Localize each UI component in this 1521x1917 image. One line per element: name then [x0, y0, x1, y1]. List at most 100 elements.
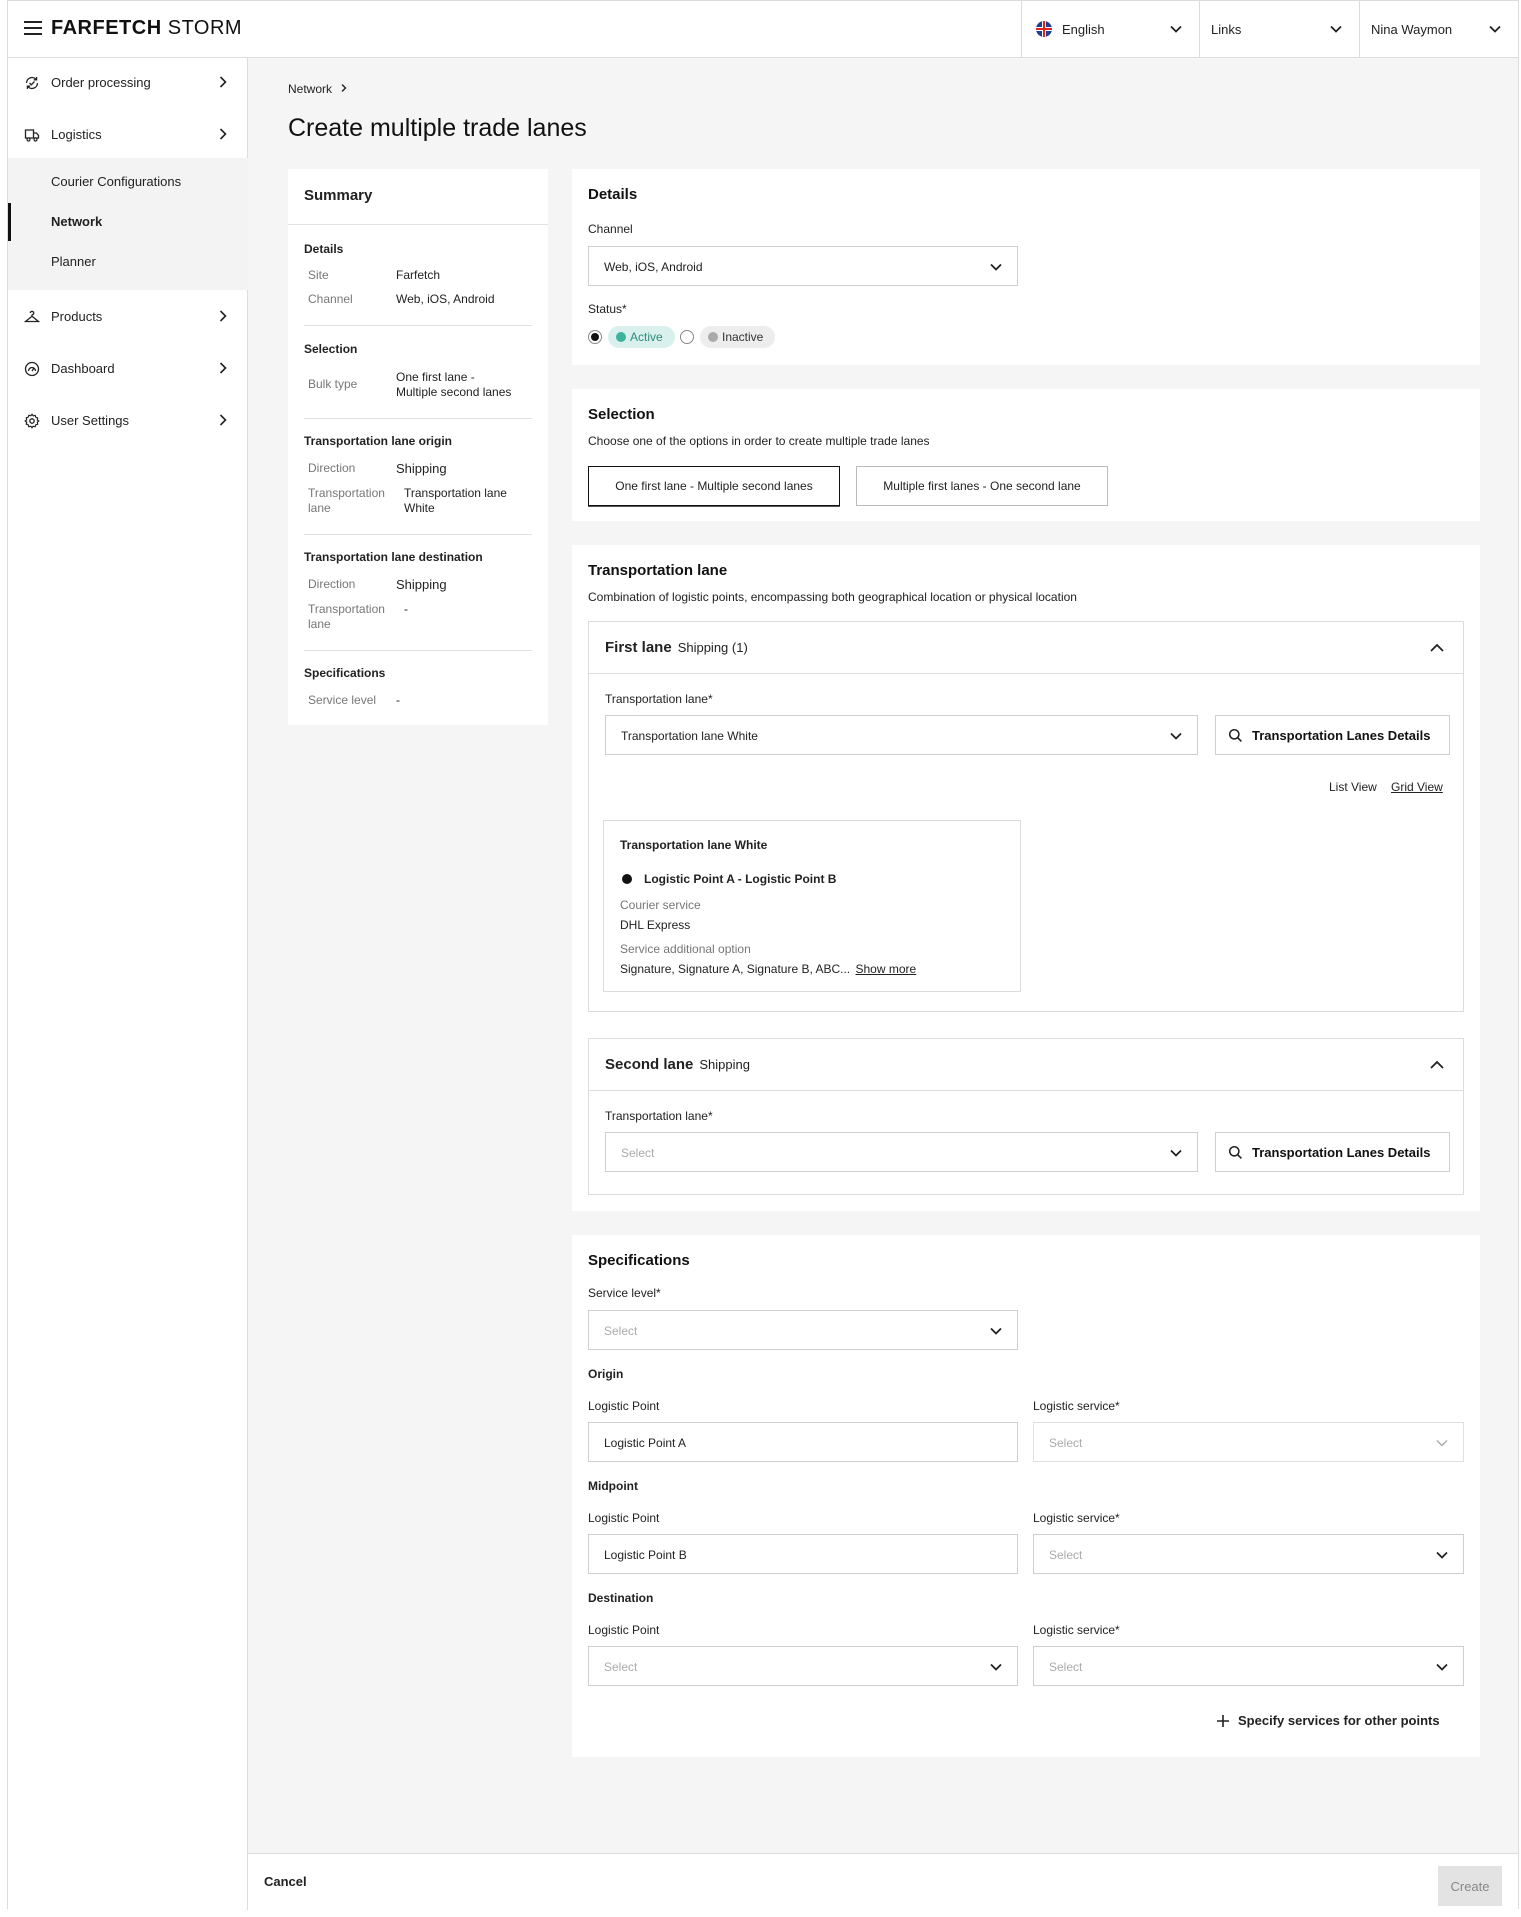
user-menu[interactable]: Nina Waymon [1359, 1, 1518, 57]
destination-heading: Destination [588, 1591, 654, 1605]
midpoint-logistic-point-input[interactable]: Logistic Point B [588, 1534, 1018, 1574]
list-view-toggle[interactable]: List View [1329, 780, 1377, 794]
second-lane-select[interactable]: Select [605, 1132, 1198, 1172]
second-lane-panel: Second lane Shipping Transportation lane*… [588, 1038, 1464, 1195]
uk-flag-icon [1036, 21, 1052, 37]
details-title: Details [588, 186, 638, 203]
menu-icon[interactable] [24, 20, 42, 36]
midpoint-logistic-service-label: Logistic service* [1033, 1511, 1120, 1525]
top-bar: FARFETCH STORM English Links Nina Waymon [8, 1, 1518, 58]
chevron-down-icon [990, 1327, 1002, 1335]
links-select[interactable]: Links [1199, 1, 1359, 57]
summary-origin-direction-label: Direction [308, 461, 356, 475]
sidebar-item-planner[interactable]: Planner [8, 243, 248, 281]
lane-card-route: Logistic Point A - Logistic Point B [644, 872, 837, 886]
destination-logistic-point-select[interactable]: Select [588, 1646, 1018, 1686]
cancel-button[interactable]: Cancel [264, 1874, 307, 1889]
chevron-up-icon[interactable] [1429, 640, 1445, 656]
second-lane-details-button[interactable]: Transportation Lanes Details [1215, 1132, 1450, 1172]
summary-bulk-label: Bulk type [308, 377, 358, 391]
chevron-up-icon[interactable] [1429, 1057, 1445, 1073]
channel-select[interactable]: Web, iOS, Android [588, 246, 1018, 286]
status-active-radio[interactable] [588, 330, 602, 344]
option-multiple-first-one-second[interactable]: Multiple first lanes - One second lane [856, 466, 1108, 506]
origin-logistic-service-select[interactable]: Select [1033, 1422, 1464, 1462]
summary-destination-lane-label: Transportation lane [308, 602, 385, 631]
destination-logistic-service-select[interactable]: Select [1033, 1646, 1464, 1686]
destination-logistic-point-label: Logistic Point [588, 1623, 660, 1637]
channel-label: Channel [588, 222, 633, 236]
sidebar-item-courier-configurations[interactable]: Courier Configurations [8, 163, 248, 201]
second-lane-field-label: Transportation lane* [605, 1109, 713, 1123]
summary-selection-title: Selection [304, 342, 358, 356]
status-inactive-radio[interactable] [680, 330, 694, 344]
chevron-down-icon [1170, 1149, 1182, 1157]
chevron-right-icon [341, 84, 347, 92]
chevron-right-icon [219, 128, 227, 140]
sidebar-item-products[interactable]: Products [8, 297, 248, 337]
app-frame: FARFETCH STORM English Links Nina Waymon… [7, 0, 1519, 1910]
sidebar-item-network[interactable]: Network [8, 203, 248, 241]
origin-logistic-point-label: Logistic Point [588, 1399, 660, 1413]
first-lane-select[interactable]: Transportation lane White [605, 715, 1198, 755]
midpoint-logistic-service-select[interactable]: Select [1033, 1534, 1464, 1574]
chevron-down-icon [1489, 25, 1501, 33]
first-lane-details-button[interactable]: Transportation Lanes Details [1215, 715, 1450, 755]
grid-view-toggle[interactable]: Grid View [1391, 780, 1443, 794]
specifications-card: Specifications Service level* Select Ori… [572, 1235, 1480, 1757]
service-level-select[interactable]: Select [588, 1310, 1018, 1350]
summary-panel: Summary Details Site Farfetch Channel We… [288, 169, 548, 725]
sidebar-item-dashboard[interactable]: Dashboard [8, 349, 248, 389]
sidebar-item-user-settings[interactable]: User Settings [8, 401, 248, 441]
courier-service-value: DHL Express [620, 918, 691, 932]
origin-logistic-point-input[interactable]: Logistic Point A [588, 1422, 1018, 1462]
selection-description: Choose one of the options in order to cr… [588, 434, 930, 448]
origin-logistic-service-label: Logistic service* [1033, 1399, 1120, 1413]
midpoint-heading: Midpoint [588, 1479, 638, 1493]
origin-heading: Origin [588, 1367, 624, 1381]
additional-option-value: Signature, Signature A, Signature B, ABC… [620, 962, 917, 976]
search-icon [1228, 728, 1242, 742]
chevron-right-icon [219, 362, 227, 374]
summary-destination-lane-value: - [404, 602, 408, 616]
specify-services-button[interactable]: Specify services for other points [1212, 1713, 1440, 1733]
chevron-down-icon [990, 263, 1002, 271]
order-processing-icon [25, 76, 39, 90]
service-level-label: Service level* [588, 1286, 661, 1300]
status-active-badge[interactable]: Active [608, 326, 675, 348]
summary-destination-direction-value: Shipping [396, 577, 447, 592]
brand-logo: FARFETCH STORM [51, 17, 243, 39]
chevron-down-icon [1170, 25, 1182, 33]
sidebar-item-order-processing[interactable]: Order processing [8, 63, 248, 103]
page-title: Create multiple trade lanes [288, 114, 587, 142]
second-lane-header[interactable]: Second lane Shipping [589, 1039, 1463, 1091]
summary-specs-title: Specifications [304, 666, 386, 680]
summary-service-level-label: Service level [308, 693, 377, 707]
sidebar-item-logistics[interactable]: Logistics [8, 115, 248, 155]
create-button[interactable]: Create [1438, 1866, 1502, 1906]
status-label: Status* [588, 302, 627, 316]
summary-origin-title: Transportation lane origin [304, 434, 453, 448]
footer-bar: Cancel Create [248, 1853, 1518, 1909]
option-one-first-multiple-second[interactable]: One first lane - Multiple second lanes [588, 466, 840, 506]
show-more-link[interactable]: Show more [855, 962, 916, 976]
language-select[interactable]: English [1021, 1, 1199, 57]
chevron-right-icon [219, 310, 227, 322]
gauge-icon [24, 361, 40, 377]
summary-site-value: Farfetch [396, 268, 441, 282]
first-lane-header[interactable]: First lane Shipping (1) [589, 622, 1463, 674]
status-inactive-badge[interactable]: Inactive [700, 326, 776, 348]
selection-title: Selection [588, 406, 655, 423]
chevron-down-icon [1330, 25, 1342, 33]
route-dot-icon [622, 874, 632, 884]
first-lane-field-label: Transportation lane* [605, 692, 713, 706]
summary-site-label: Site [308, 268, 329, 282]
summary-bulk-value: One first lane - Multiple second lanes [396, 370, 512, 399]
chevron-right-icon [219, 76, 227, 88]
search-icon [1228, 1145, 1242, 1159]
summary-origin-lane-value: Transportation lane White [404, 486, 507, 515]
additional-option-label: Service additional option [620, 942, 751, 956]
breadcrumb[interactable]: Network [288, 82, 349, 96]
summary-destination-title: Transportation lane destination [304, 550, 483, 564]
chevron-down-icon [990, 1663, 1002, 1671]
